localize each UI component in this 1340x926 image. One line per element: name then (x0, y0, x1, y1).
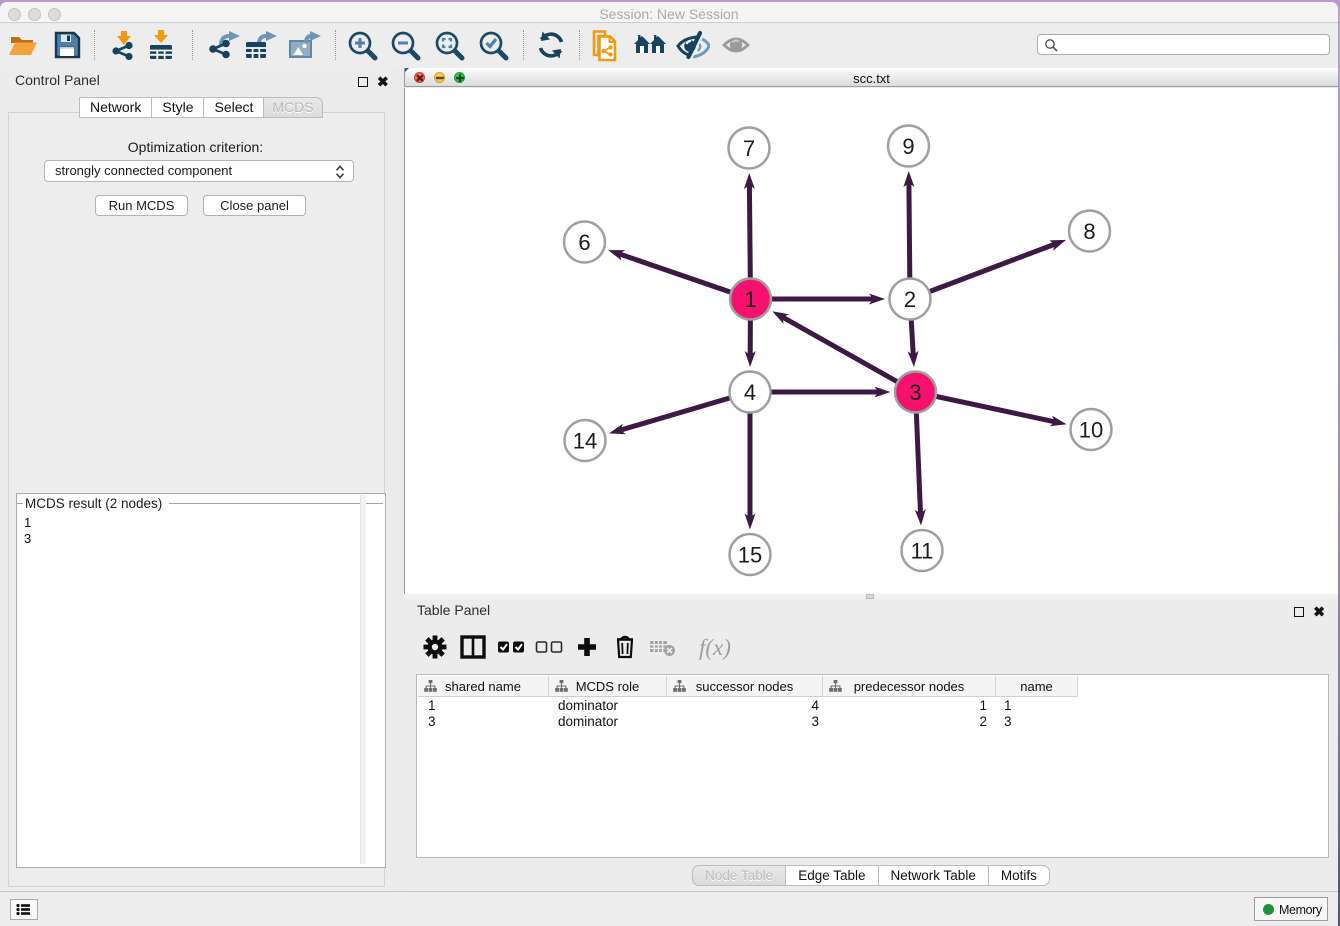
svg-text:9: 9 (902, 134, 914, 159)
svg-text:3: 3 (909, 380, 921, 405)
svg-text:6: 6 (578, 230, 590, 255)
svg-text:1: 1 (744, 287, 756, 312)
svg-text:11: 11 (911, 539, 934, 564)
svg-text:2: 2 (904, 287, 916, 312)
svg-text:7: 7 (743, 136, 755, 161)
svg-text:4: 4 (744, 380, 756, 405)
svg-text:14: 14 (573, 429, 597, 454)
svg-text:8: 8 (1083, 219, 1095, 244)
svg-text:10: 10 (1079, 418, 1103, 443)
svg-text:f(x): f(x) (699, 635, 731, 660)
svg-text:15: 15 (738, 543, 762, 568)
